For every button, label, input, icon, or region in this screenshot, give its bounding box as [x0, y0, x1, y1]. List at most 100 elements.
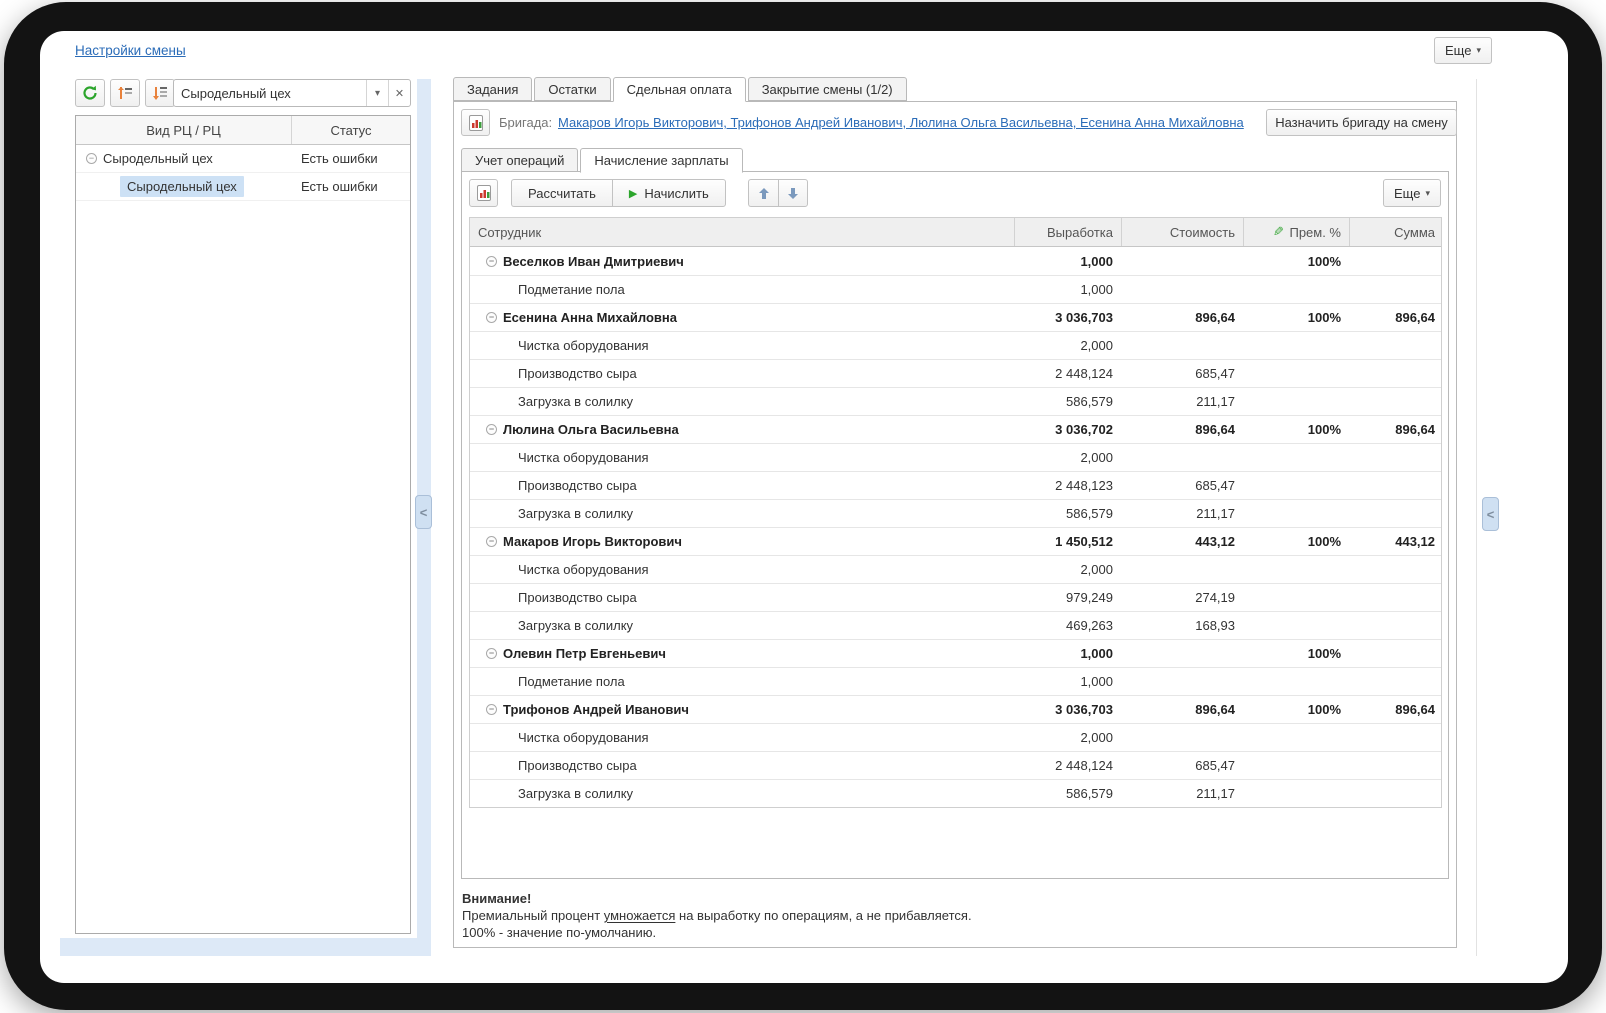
- employee-group-row[interactable]: − Люлина Ольга Васильевна 3 036,702 896,64 1…: [470, 415, 1441, 443]
- tab-0[interactable]: Учет операций: [461, 148, 579, 172]
- tab-active[interactable]: Начисление зарплаты: [580, 148, 743, 173]
- cell-vyrabotka: 1,000: [1080, 674, 1113, 689]
- tree-row[interactable]: − Сыродельный цех Есть ошибки: [76, 145, 410, 173]
- salary-table: Сотрудник Выработка Стоимость ✎ Прем. % С…: [469, 217, 1442, 808]
- refresh-icon: [82, 85, 98, 101]
- cell-stoimost: 685,47: [1195, 366, 1235, 381]
- brigade-report-button[interactable]: [461, 109, 490, 136]
- operation-row[interactable]: Производство сыра 2 448,124 685,47: [470, 359, 1441, 387]
- cell-vyrabotka: 469,263: [1066, 618, 1113, 633]
- operation-row[interactable]: Производство сыра 979,249 274,19: [470, 583, 1441, 611]
- cell-prem: 100%: [1307, 646, 1341, 661]
- cell-name: Производство сыра: [518, 366, 637, 381]
- accrue-button[interactable]: ▶ Начислить: [611, 179, 726, 207]
- operation-row[interactable]: Производство сыра 2 448,124 685,47: [470, 751, 1441, 779]
- combobox-clear-button[interactable]: ✕: [388, 80, 410, 106]
- cell-stoimost: 211,17: [1196, 506, 1235, 521]
- salary-report-button[interactable]: [469, 179, 498, 207]
- cell-stoimost: 896,64: [1195, 310, 1235, 325]
- brigade-label: Бригада:: [499, 115, 553, 130]
- combobox-dropdown-button[interactable]: ▾: [366, 80, 388, 106]
- operation-row[interactable]: Подметание пола 1,000: [470, 275, 1441, 303]
- shift-settings-link[interactable]: Настройки смены: [75, 43, 186, 58]
- col-output: Выработка: [1014, 218, 1121, 246]
- employee-group-row[interactable]: − Трифонов Андрей Иванович 3 036,703 896,64…: [470, 695, 1441, 723]
- tree-row[interactable]: Сыродельный цех Есть ошибки: [76, 173, 410, 201]
- collapse-group-icon[interactable]: −: [486, 704, 497, 715]
- brigade-members-link[interactable]: Макаров Игорь Викторович, Трифонов Андре…: [558, 115, 1244, 130]
- cell-stoimost: 685,47: [1195, 478, 1235, 493]
- cell-stoimost: 274,19: [1195, 590, 1235, 605]
- cell-prem: 100%: [1307, 702, 1341, 717]
- main-tabs: Задания Остатки Сдельная оплата Закрытие см…: [453, 77, 907, 102]
- collapse-group-icon[interactable]: −: [486, 648, 497, 659]
- cell-name: − Трифонов Андрей Иванович: [470, 702, 1014, 717]
- warning-line2: 100% - значение по-умолчанию.: [462, 925, 657, 940]
- tree-rows: − Сыродельный цех Есть ошибки Сыродельный ц…: [76, 145, 410, 201]
- cell-vyrabotka: 2,000: [1080, 562, 1113, 577]
- operation-row[interactable]: Чистка оборудования 2,000: [470, 331, 1441, 359]
- move-up-button[interactable]: [748, 179, 778, 207]
- accrue-label: Начислить: [644, 185, 709, 201]
- calculate-button[interactable]: Рассчитать: [511, 179, 612, 207]
- arrow-down-icon: [787, 187, 799, 200]
- cell-name: − Олевин Петр Евгеньевич: [470, 646, 1014, 661]
- assign-brigade-button[interactable]: Назначить бригаду на смену: [1266, 109, 1457, 136]
- device-frame: Настройки смены Еще ▾ Сыродельный цех ▾ …: [4, 2, 1602, 1010]
- cell-prem: 100%: [1307, 534, 1341, 549]
- collapse-right-panel-button[interactable]: <: [1482, 497, 1499, 531]
- collapse-left-panel-button[interactable]: <: [415, 495, 432, 529]
- left-panel-footer-strip: [60, 938, 426, 956]
- employee-group-row[interactable]: − Веселков Иван Дмитриевич 1,000 100%: [470, 247, 1441, 275]
- collapse-group-icon[interactable]: −: [486, 255, 497, 267]
- operation-row[interactable]: Чистка оборудования 2,000: [470, 443, 1441, 471]
- tab-1[interactable]: Остатки: [534, 77, 611, 101]
- employee-group-row[interactable]: − Олевин Петр Евгеньевич 1,000 100%: [470, 639, 1441, 667]
- workcenter-tree: Вид РЦ / РЦ Статус − Сыродельный цех Есть …: [75, 115, 411, 934]
- move-down-button[interactable]: [778, 179, 808, 207]
- salary-more-label: Еще: [1394, 185, 1421, 201]
- cell-name: − Есенина Анна Михайловна: [470, 310, 1014, 325]
- collapse-tree-button[interactable]: [110, 79, 140, 107]
- operation-row[interactable]: Чистка оборудования 2,000: [470, 555, 1441, 583]
- collapse-group-icon[interactable]: −: [486, 424, 497, 435]
- operation-row[interactable]: Чистка оборудования 2,000: [470, 723, 1441, 751]
- operation-row[interactable]: Подметание пола 1,000: [470, 667, 1441, 695]
- cell-name: Производство сыра: [518, 758, 637, 773]
- report-icon: [476, 185, 491, 201]
- workcenter-combobox[interactable]: Сыродельный цех ▾ ✕: [173, 79, 411, 107]
- operation-row[interactable]: Загрузка в солилку 586,579 211,17: [470, 499, 1441, 527]
- expand-tree-button[interactable]: [145, 79, 175, 107]
- collapse-node-icon[interactable]: −: [86, 153, 97, 164]
- cell-vyrabotka: 3 036,703: [1055, 310, 1113, 325]
- cell-stoimost: 896,64: [1195, 702, 1235, 717]
- collapse-group-icon[interactable]: −: [486, 312, 497, 323]
- window-more-label: Еще: [1445, 43, 1472, 58]
- cell-name: Загрузка в солилку: [518, 618, 634, 633]
- cell-vyrabotka: 979,249: [1066, 590, 1113, 605]
- warning-line1: Премиальный процент умножается на вырабо…: [462, 908, 972, 923]
- employee-group-row[interactable]: − Есенина Анна Михайловна 3 036,703 896,64 1…: [470, 303, 1441, 331]
- operation-row[interactable]: Загрузка в солилку 586,579 211,17: [470, 387, 1441, 415]
- salary-more-button[interactable]: Еще ▾: [1383, 179, 1441, 207]
- tree-col-status: Статус: [291, 116, 410, 144]
- cell-name: Чистка оборудования: [518, 338, 649, 353]
- window-more-button[interactable]: Еще ▾: [1434, 37, 1492, 64]
- tab-0[interactable]: Задания: [453, 77, 533, 101]
- operation-row[interactable]: Загрузка в солилку 586,579 211,17: [470, 779, 1441, 807]
- refresh-button[interactable]: [75, 79, 105, 107]
- workcenter-combobox-value: Сыродельный цех: [181, 85, 291, 101]
- collapse-group-icon[interactable]: −: [486, 536, 497, 547]
- tab-active[interactable]: Сдельная оплата: [612, 77, 746, 102]
- employee-group-row[interactable]: − Макаров Игорь Викторович 1 450,512 443,12…: [470, 527, 1441, 555]
- piecework-panel: Бригада: Макаров Игорь Викторович, Трифо…: [453, 101, 1457, 948]
- cell-vyrabotka: 2 448,124: [1055, 366, 1113, 381]
- tab-3[interactable]: Закрытие смены (1/2): [747, 77, 907, 101]
- tree-row-name[interactable]: Сыродельный цех: [103, 151, 213, 166]
- tree-row-name[interactable]: Сыродельный цех: [120, 176, 244, 197]
- cell-vyrabotka: 3 036,702: [1055, 422, 1113, 437]
- right-splitter[interactable]: [1476, 79, 1477, 956]
- operation-row[interactable]: Загрузка в солилку 469,263 168,93: [470, 611, 1441, 639]
- cell-vyrabotka: 586,579: [1066, 394, 1113, 409]
- operation-row[interactable]: Производство сыра 2 448,123 685,47: [470, 471, 1441, 499]
